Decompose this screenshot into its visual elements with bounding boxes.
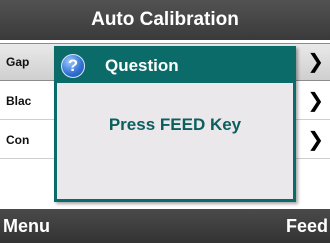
feed-softkey[interactable]: Feed [286,209,328,243]
chevron-right-icon: ❯ [307,89,324,112]
dialog-header: ? Question [57,49,293,83]
question-icon: ? [61,54,85,78]
dialog-message: Press FEED Key [108,115,242,134]
chevron-right-icon: ❯ [307,51,324,73]
dialog-title: Question [105,56,179,75]
menu-item-label: Gap [6,55,30,69]
menu-softkey[interactable]: Menu [3,209,50,243]
printer-screen: Auto Calibration Gap ❯ Blac ❯ Con ❯ Menu… [0,0,330,243]
menu-item-label: Con [6,132,30,147]
menu-item-label: Blac [6,93,32,108]
softkey-bar: Menu Feed [0,209,330,243]
title-bar: Auto Calibration [0,0,330,40]
chevron-right-icon: ❯ [307,128,324,151]
question-dialog: ? Question Press FEED Key [54,46,296,202]
page-title: Auto Calibration [91,9,239,30]
